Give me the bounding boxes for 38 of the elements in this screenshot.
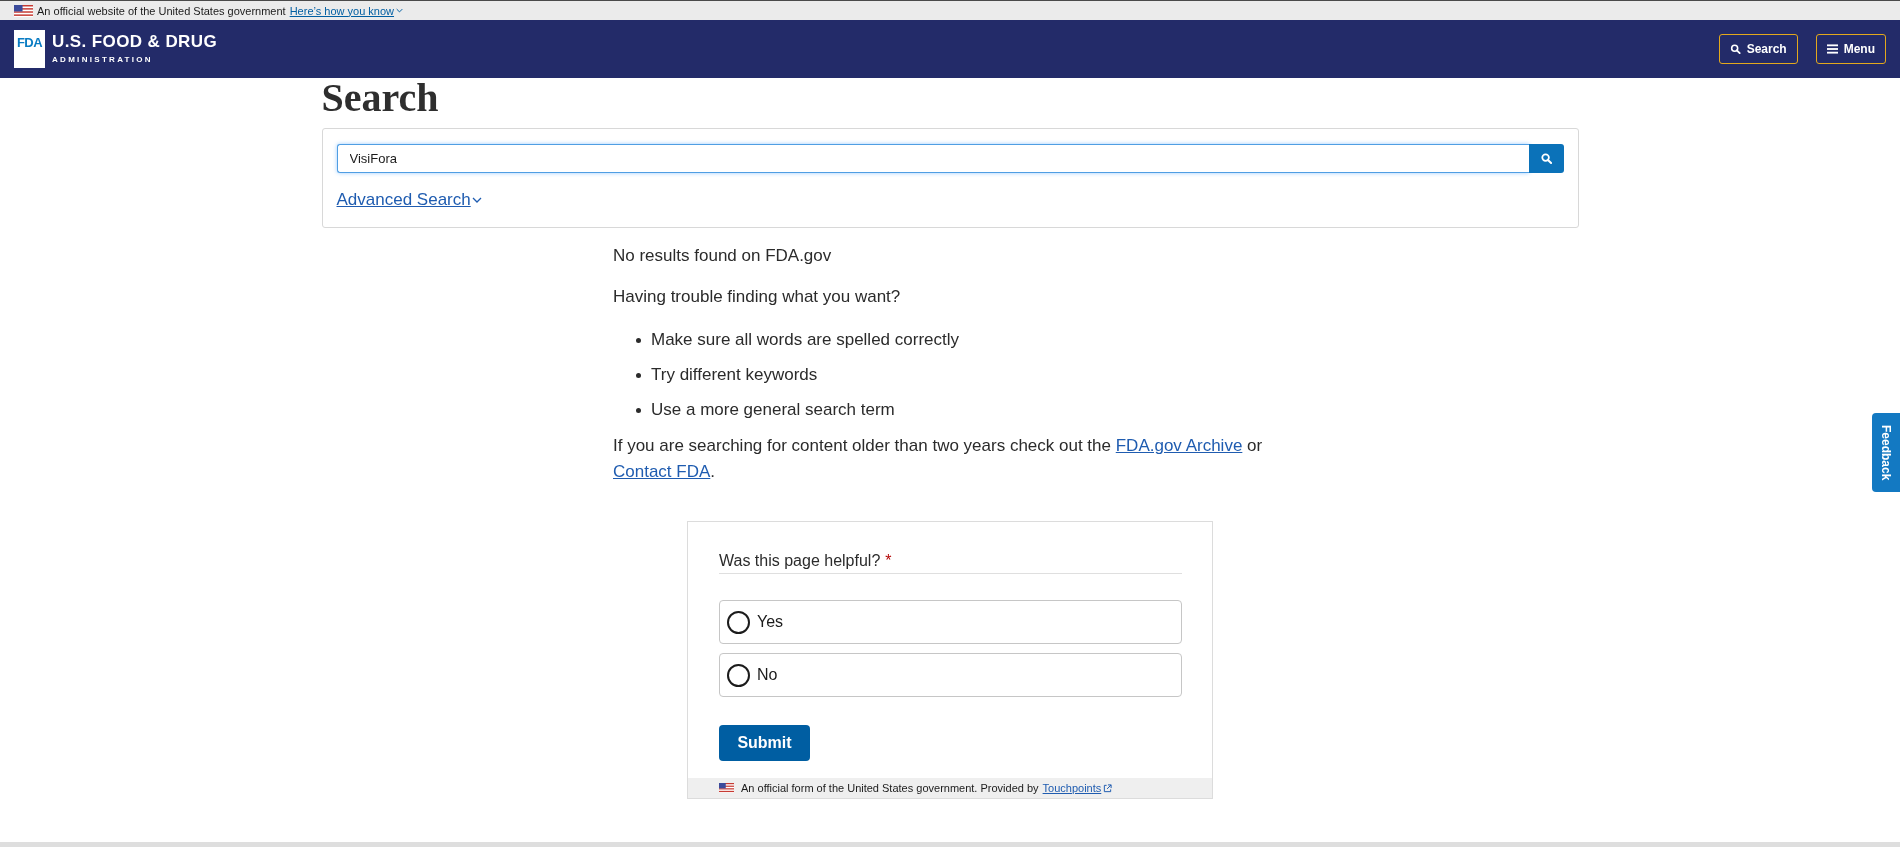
external-link-icon	[1103, 783, 1113, 793]
feedback-tab[interactable]: Feedback	[1872, 413, 1900, 492]
tip-text: Use a more general search term	[651, 399, 895, 421]
site-title: U.S. FOOD & DRUG	[52, 32, 218, 52]
search-icon	[1729, 44, 1741, 54]
answer-option[interactable]: No	[719, 653, 1182, 697]
archive-link[interactable]: FDA.gov Archive	[1115, 436, 1243, 455]
touchpoints-link[interactable]: Touchpoints	[1042, 782, 1113, 794]
menu-icon	[1826, 44, 1838, 54]
answer-option[interactable]: Yes	[719, 600, 1182, 644]
chevron-down-icon	[396, 8, 404, 13]
tip-text: Try different keywords	[651, 364, 818, 386]
search-button[interactable]: Search	[1718, 34, 1798, 64]
tip-text: Make sure all words are spelled correctly	[651, 329, 959, 351]
advanced-search-link[interactable]: Advanced Search	[336, 190, 482, 210]
required-mark: *	[885, 551, 892, 571]
how-you-know-link[interactable]: Here’s how you know	[289, 3, 404, 18]
gov-banner-text: An official website of the United States government	[37, 3, 286, 18]
search-icon	[1540, 153, 1552, 164]
flag-icon	[14, 4, 33, 17]
contact-link[interactable]: Contact FDA	[613, 462, 711, 481]
logo-mark[interactable]: FDA	[14, 30, 45, 68]
bullet-icon	[636, 372, 641, 378]
question-text: Was this page helpful?	[719, 551, 881, 571]
bullet-icon	[636, 407, 641, 413]
chevron-down-icon	[471, 197, 482, 203]
help-heading: Having trouble finding what you want?	[613, 286, 902, 308]
no-results-message: No results found on FDA.gov	[613, 245, 833, 267]
menu-button[interactable]: Menu	[1815, 34, 1886, 64]
form-footer-text: An official form of the United States government. Provided by	[741, 782, 1039, 794]
submit-button[interactable]: Submit	[719, 725, 810, 761]
search-submit-button[interactable]	[1528, 144, 1564, 173]
bullet-icon	[636, 337, 641, 343]
search-input[interactable]: VisiFora	[336, 144, 1529, 173]
archive-note: If you are searching for content older than two years check out the FDA.gov Archive or Contact FDA.	[613, 435, 1264, 483]
flag-icon	[719, 783, 734, 793]
page-title: Search	[321, 78, 439, 118]
site-subtitle: ADMINISTRATION	[52, 54, 154, 66]
